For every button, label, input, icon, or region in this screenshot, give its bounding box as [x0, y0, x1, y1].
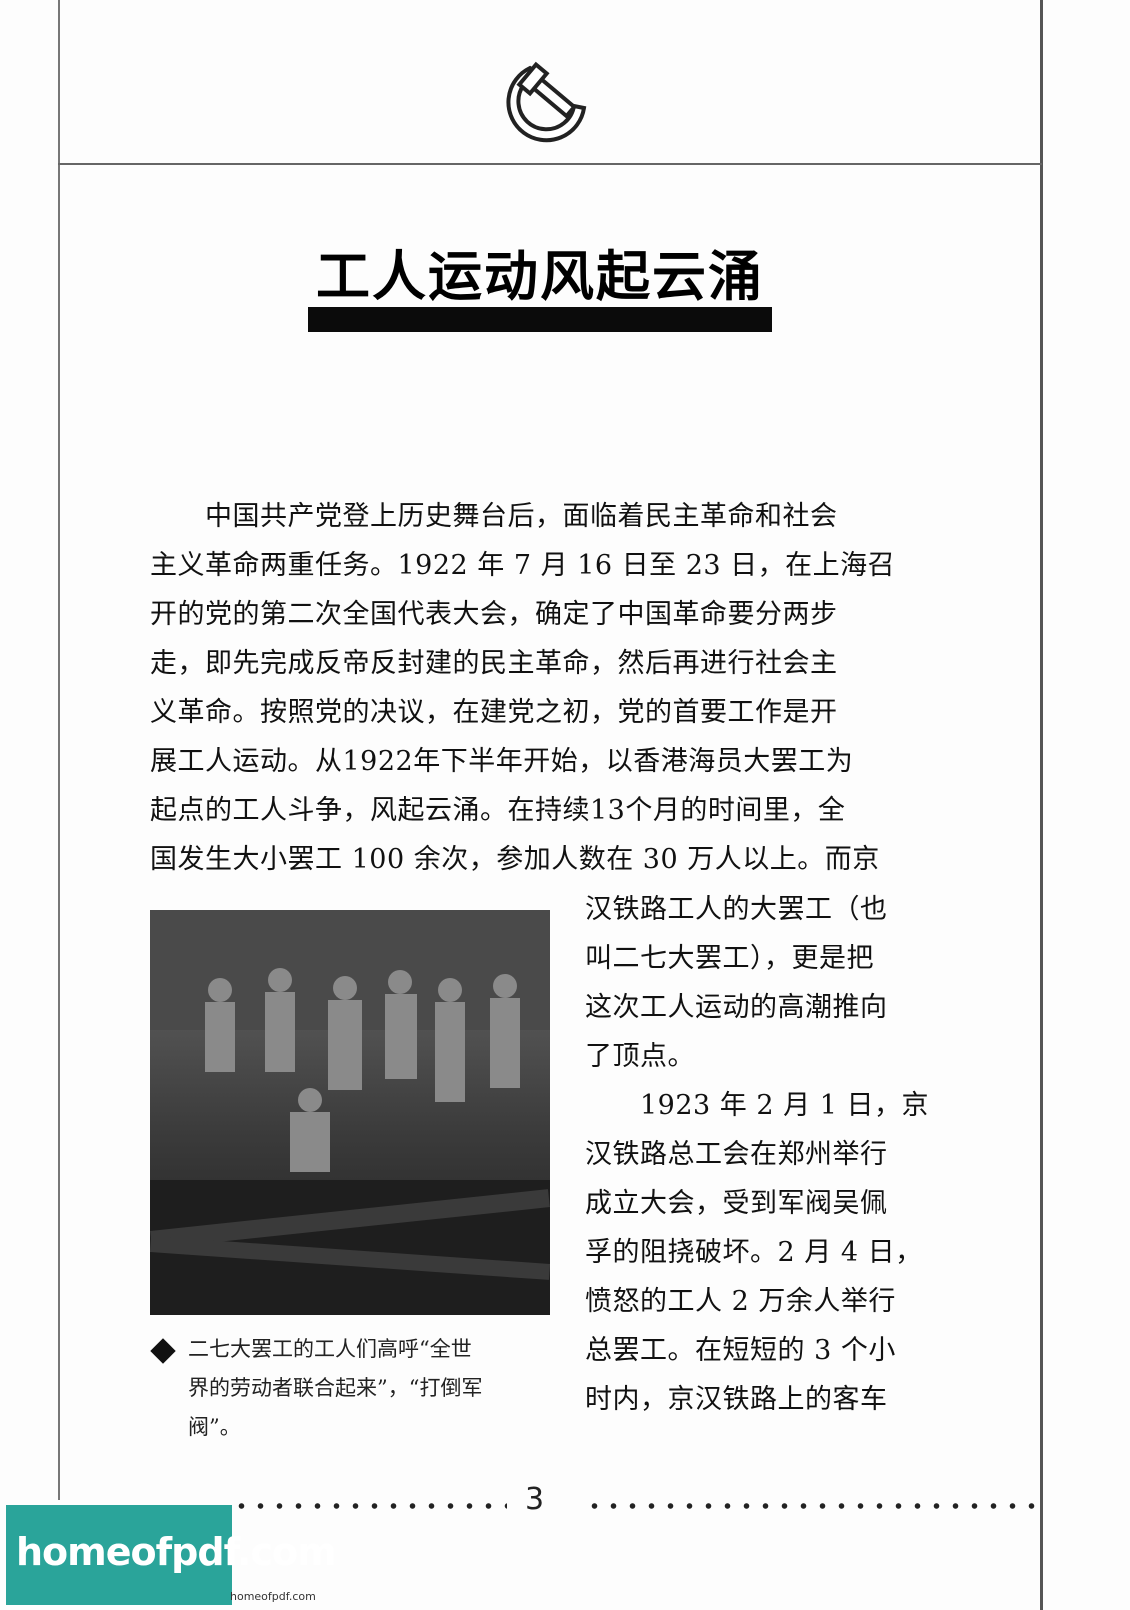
text-line: 走，即先完成反帝反封建的民主革命，然后再进行社会主 [150, 648, 838, 679]
title-underline-bar [308, 307, 772, 332]
hammer-sickle-icon [506, 61, 587, 143]
header-rule [58, 163, 1042, 165]
text-line: 汉铁路工人的大罢工（也 [585, 894, 888, 925]
text-line: 孚的阻挠破坏。2 月 4 日， [585, 1237, 923, 1268]
page-frame-right [1040, 0, 1043, 1610]
caption-line: 阀”。 [188, 1415, 241, 1439]
text-line: 愤怒的工人 2 万余人举行 [585, 1286, 896, 1317]
page-title: 工人运动风起云涌 [316, 245, 764, 308]
page-frame-left [58, 0, 60, 1500]
text-line: 主义革命两重任务。1922 年 7 月 16 日至 23 日，在上海召 [150, 550, 896, 581]
main-paragraph: 中国共产党登上历史舞台后，面临着民主革命和社会 主义革命两重任务。1922 年 … [150, 492, 930, 884]
page-number: 3 [525, 1482, 545, 1517]
text-line: 开的党的第二次全国代表大会，确定了中国革命要分两步 [150, 599, 838, 630]
footer-dots-right [585, 1503, 1035, 1509]
text-line: 这次工人运动的高潮推向 [585, 992, 888, 1023]
watermark-text: homeofpdf.com [16, 1530, 337, 1574]
footer-dots-left [232, 1503, 507, 1509]
photo-caption: 二七大罢工的工人们高呼“全世 界的劳动者联合起来”，“打倒军 阀”。 [150, 1330, 550, 1447]
text-line: 汉铁路总工会在郑州举行 [585, 1139, 888, 1170]
text-line: 成立大会，受到军阀吴佩 [585, 1188, 888, 1219]
strike-workers-photo [150, 910, 550, 1315]
caption-line: 二七大罢工的工人们高呼“全世 [150, 1330, 550, 1369]
text-line: 了顶点。 [585, 1041, 695, 1072]
right-column-text: 汉铁路工人的大罢工（也 叫二七大罢工），更是把 这次工人运动的高潮推向 了顶点。… [585, 885, 930, 1424]
text-line: 时内，京汉铁路上的客车 [585, 1384, 888, 1415]
text-line: 中国共产党登上历史舞台后，面临着民主革命和社会 [150, 501, 838, 532]
watermark-small-text: homeofpdf.com [230, 1590, 316, 1603]
text-line: 义革命。按照党的决议，在建党之初，党的首要工作是开 [150, 697, 838, 728]
text-line: 国发生大小罢工 100 余次，参加人数在 30 万人以上。而京 [150, 844, 880, 875]
diamond-bullet-icon [150, 1337, 176, 1364]
text-line: 展工人运动。从1922年下半年开始，以香港海员大罢工为 [150, 746, 854, 777]
text-line: 叫二七大罢工），更是把 [585, 943, 874, 974]
caption-line: 界的劳动者联合起来”，“打倒军 [188, 1376, 483, 1400]
text-line: 起点的工人斗争，风起云涌。在持续13个月的时间里，全 [150, 795, 846, 826]
text-line: 1923 年 2 月 1 日，京 [585, 1090, 929, 1121]
text-line: 总罢工。在短短的 3 个小 [585, 1335, 896, 1366]
